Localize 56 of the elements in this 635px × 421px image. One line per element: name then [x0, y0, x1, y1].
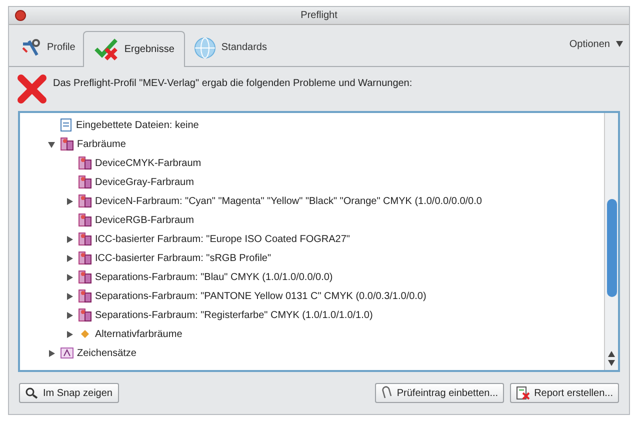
tree-item[interactable]: DeviceGray-Farbraum: [95, 174, 194, 190]
options-menu[interactable]: Optionen: [569, 36, 623, 52]
scrollbar-thumb[interactable]: [606, 198, 616, 297]
paperclip-icon: [380, 386, 393, 400]
tree-item[interactable]: Alternativfarbräume: [95, 326, 182, 342]
report-icon: [516, 386, 530, 400]
collapsed-arrow-icon[interactable]: [65, 196, 74, 206]
tree-item[interactable]: Separations-Farbraum: "PANTONE Yellow 0131 C" CMYK (0.0/0.3/1.0/0.0): [95, 288, 426, 304]
collapsed-arrow-icon[interactable]: [65, 234, 74, 244]
tree-item[interactable]: Zeichensätze: [77, 346, 136, 361]
scroll-down-icon[interactable]: [608, 360, 615, 366]
tab[interactable]: Standards: [185, 32, 275, 64]
magnifier-icon: [25, 387, 39, 400]
globe-icon: [193, 36, 218, 60]
color-swatch-icon: [60, 137, 74, 152]
scroll-up-icon[interactable]: [608, 351, 615, 358]
color-swatch-icon: [78, 308, 92, 322]
color-swatch-icon: [78, 251, 92, 266]
color-swatch-icon: [78, 270, 92, 284]
tab[interactable]: Ergebnisse: [83, 30, 186, 67]
tree-item[interactable]: Separations-Farbraum: "Registerfarbe" CMYK (1.0/1.0/1.0/1.0): [95, 308, 373, 323]
status-message: Das Preflight-Profil "MEV-Verlag" ergab die folgenden Probleme und Warnungen:: [53, 77, 412, 92]
color-swatch-icon: [78, 156, 92, 170]
tree-item[interactable]: Separations-Farbraum: "Blau" CMYK (1.0/1.0/0.0/0.0): [95, 270, 333, 285]
tree-item[interactable]: DeviceN-Farbraum: "Cyan" "Magenta" "Yellow" "Black" "Orange" CMYK (1.0/0.0/0.0/0.0: [95, 194, 482, 209]
color-swatch-icon: [78, 175, 92, 190]
tree-item[interactable]: Eingebettete Dateien: keine: [76, 118, 199, 133]
window-title: Preflight: [300, 8, 338, 23]
collapsed-arrow-icon[interactable]: [65, 292, 74, 301]
action-button[interactable]: Report erstellen...: [510, 383, 619, 404]
tree-item[interactable]: ICC-basierter Farbraum: "Europe ISO Coated FOGRA27": [95, 232, 350, 247]
expanded-arrow-icon[interactable]: [47, 140, 56, 149]
action-button[interactable]: Im Snap zeigen: [19, 383, 118, 404]
collapsed-arrow-icon[interactable]: [47, 348, 56, 358]
wrench-icon: [21, 38, 43, 58]
check-cross-icon: [94, 37, 120, 62]
tree-item[interactable]: ICC-basierter Farbraum: "sRGB Profile": [95, 250, 272, 266]
tree-item[interactable]: DeviceRGB-Farbraum: [95, 212, 194, 228]
color-swatch-icon: [78, 194, 92, 208]
tree-item[interactable]: DeviceCMYK-Farbraum: [95, 156, 202, 171]
color-swatch-icon: [78, 232, 92, 246]
tab[interactable]: Profile: [13, 32, 84, 64]
color-swatch-icon: [78, 289, 92, 304]
action-button[interactable]: Prüfeintrag einbetten...: [374, 383, 504, 404]
font-icon: [60, 346, 74, 360]
color-swatch-icon: [78, 213, 92, 228]
collapsed-arrow-icon[interactable]: [65, 254, 74, 263]
collapsed-arrow-icon[interactable]: [65, 272, 74, 282]
collapsed-arrow-icon[interactable]: [65, 310, 74, 320]
collapsed-arrow-icon[interactable]: [65, 330, 74, 339]
error-icon: [17, 74, 47, 104]
scrollbar[interactable]: [604, 112, 618, 370]
close-button[interactable]: [15, 10, 26, 21]
dropdown-caret-icon: [616, 41, 623, 48]
document-icon: [60, 118, 73, 132]
tree-item[interactable]: Farbräume: [77, 136, 126, 152]
